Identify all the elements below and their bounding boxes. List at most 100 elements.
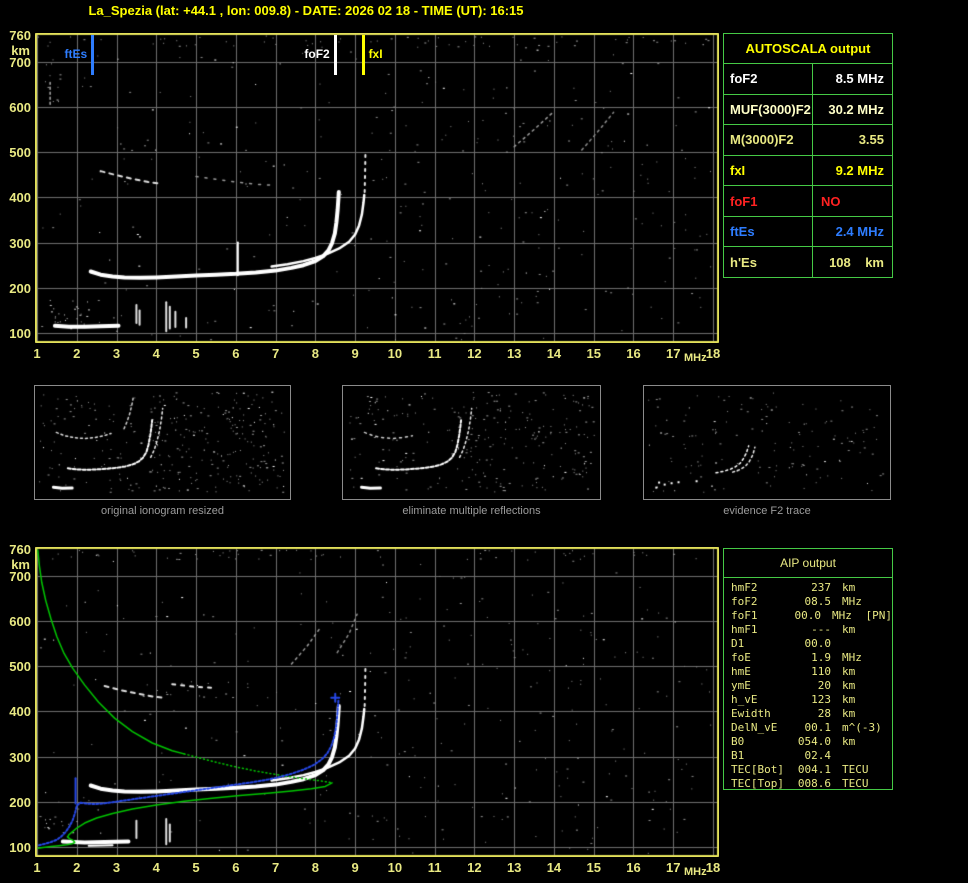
bottom-x-tick-12: 12 — [467, 860, 482, 875]
aip-param-label: foF2 — [731, 595, 758, 608]
aip-param-value: 20 — [817, 679, 831, 692]
autoscala-output-table: AUTOSCALA output foF2 8.5 MHz MUF(3000)F2 3… — [723, 33, 893, 278]
bottom-y-tick-300: 300 — [9, 749, 31, 765]
top-y-tick-400: 400 — [9, 190, 31, 206]
bottom-x-tick-7: 7 — [271, 860, 280, 875]
autoscala-table-rows: foF2 8.5 MHz MUF(3000)F2 30.2 MHz M(3000)F2 3… — [724, 64, 892, 278]
aip-param-unit: m^(-3) — [842, 721, 882, 734]
aip-param-label: TEC[Top] — [731, 777, 784, 790]
bottom-y-tick-600: 600 — [9, 613, 31, 629]
bottom-x-tick-3: 3 — [112, 860, 121, 875]
aip-param-value: 237 — [811, 581, 831, 594]
top-y-tick-200: 200 — [9, 280, 31, 296]
autoscala-param-value: NO — [821, 193, 841, 209]
aip-param-value: 00.0 — [794, 609, 822, 622]
top-y-tick-500: 500 — [9, 145, 31, 161]
aip-row-foe: foE 1.9 MHz — [731, 651, 892, 665]
autoscala-param-value: 9.2 MHz — [835, 163, 884, 179]
aip-param-label: Ewidth — [731, 707, 771, 720]
thumbnail-2-image — [342, 385, 601, 500]
aip-param-label: hmE — [731, 665, 751, 678]
bottom-x-tick-2: 2 — [73, 860, 81, 875]
aip-param-label: foF1 — [731, 609, 758, 622]
top-x-tick-7: 7 — [271, 346, 280, 361]
top-x-tick-15: 15 — [586, 346, 601, 361]
marker-ftes-label: ftEs — [64, 47, 88, 61]
aip-row-b0: B0 054.0 km — [731, 735, 892, 749]
aip-param-value: 08.5 — [804, 595, 832, 608]
top-x-tick-1: 1 — [33, 346, 41, 361]
aip-param-unit: km — [842, 693, 856, 706]
thumbnail-1-label: original ionogram resized — [101, 505, 224, 517]
bottom-y-tick-200: 200 — [9, 794, 31, 810]
aip-param-label: D1 — [731, 637, 745, 650]
bottom-y-unit-label: km — [11, 556, 30, 572]
bottom-x-tick-1: 1 — [33, 860, 41, 875]
aip-table-rows: hmF2 237 km foF2 08.5 MHz foF1 00.0 MHz [PN] hmF1-… — [724, 578, 892, 791]
autoscala-table-title: AUTOSCALA output — [724, 34, 892, 64]
aip-param-label: ymE — [731, 679, 751, 692]
aip-param-value: 28 — [817, 707, 831, 720]
thumbnail-3-canvas — [644, 386, 890, 499]
aip-param-unit: km — [842, 679, 856, 692]
bottom-x-tick-13: 13 — [506, 860, 522, 875]
top-y-tick-300: 300 — [9, 235, 31, 251]
top-x-tick-12: 12 — [467, 346, 482, 361]
autoscala-row-fof1: foF1 NO — [724, 185, 892, 216]
aip-param-unit — [831, 749, 877, 763]
marker-fxi-line — [361, 35, 365, 75]
top-ionogram-plot — [35, 33, 719, 343]
top-x-tick-13: 13 — [506, 346, 522, 361]
autoscala-param-label: MUF(3000)F2 — [724, 94, 813, 125]
top-x-tick-10: 10 — [387, 346, 403, 361]
aip-row-hmf2: hmF2 237 km — [731, 581, 892, 595]
bottom-x-tick-9: 9 — [351, 860, 359, 875]
top-x-tick-8: 8 — [311, 346, 319, 361]
aip-param-label: hmF1 — [731, 623, 758, 636]
autoscala-param-label: fxI — [724, 155, 813, 186]
aip-param-value: 008.6 — [797, 777, 831, 790]
autoscala-param-label: h'Es — [724, 247, 813, 278]
autoscala-param-value: 3.55 — [858, 132, 884, 148]
thumbnail-2-canvas — [343, 386, 600, 499]
autoscala-param-label: ftEs — [724, 216, 813, 247]
aip-param-value: 054.0 — [797, 735, 831, 748]
bottom-x-tick-14: 14 — [546, 860, 562, 875]
bottom-y-tick-100: 100 — [9, 840, 31, 855]
top-x-unit-label: MHz — [684, 352, 707, 364]
aip-param-unit: MHz — [842, 595, 862, 608]
aip-param-label: DelN_vE — [731, 721, 778, 734]
bottom-x-tick-6: 6 — [232, 860, 240, 875]
top-y-tick-760: 760 — [9, 27, 31, 43]
autoscala-param-value: 2.4 MHz — [835, 224, 884, 240]
aip-param-value: 00.1 — [804, 721, 832, 734]
aip-row-fof2: foF2 08.5 MHz — [731, 595, 892, 609]
aip-param-value: 110 — [811, 665, 831, 678]
aip-param-unit: km — [842, 665, 856, 678]
top-x-tick-9: 9 — [351, 346, 359, 361]
thumbnail-3-image — [643, 385, 891, 500]
aip-param-label: TEC[Bot] — [731, 763, 784, 776]
aip-param-unit: TECU — [842, 777, 869, 790]
aip-param-label: hmF2 — [731, 581, 758, 594]
thumbnail-1-canvas — [35, 386, 290, 499]
aip-param-unit — [831, 637, 877, 651]
aip-row-delnve: DelN_vE 00.1 m^(-3) — [731, 721, 892, 735]
aip-table-title: AIP output — [724, 549, 892, 578]
aip-param-label: h_vE — [731, 693, 758, 706]
aip-row-tectop: TEC[Top] 008.6 TECU — [731, 777, 892, 791]
aip-param-value: 02.4 — [804, 749, 832, 762]
bottom-x-tick-11: 11 — [427, 860, 442, 875]
aip-param-unit: TECU — [842, 763, 869, 776]
aip-param-label: B1 — [731, 749, 745, 762]
aip-row-ewidth: Ewidth 28 km — [731, 707, 892, 721]
aip-row-tecbot: TEC[Bot] 004.1 TECU — [731, 763, 892, 777]
top-x-tick-5: 5 — [192, 346, 200, 361]
top-y-unit-label: km — [11, 42, 30, 58]
top-x-tick-2: 2 — [73, 346, 81, 361]
top-y-tick-100: 100 — [9, 326, 31, 341]
marker-fof2-line — [333, 35, 337, 75]
bottom-y-tick-500: 500 — [9, 659, 31, 675]
aip-row-d1: D1 00.0 — [731, 637, 892, 651]
aip-row-fof1: foF1 00.0 MHz [PN] — [731, 609, 892, 623]
